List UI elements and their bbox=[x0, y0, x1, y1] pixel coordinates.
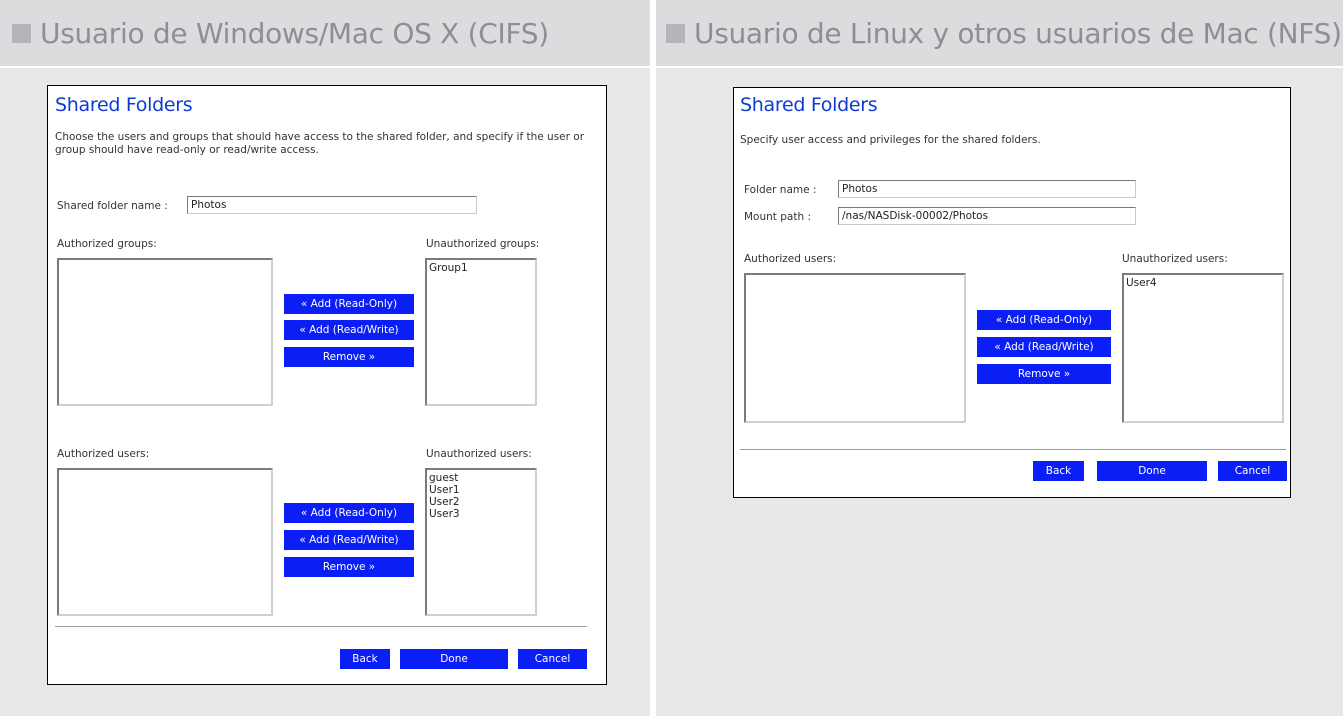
remove-button[interactable]: Remove » bbox=[977, 364, 1111, 384]
mount-path-field[interactable]: /nas/NASDisk-00002/Photos bbox=[838, 207, 1136, 225]
list-item[interactable]: User1 bbox=[429, 484, 533, 496]
unauthorized-users-list[interactable]: guest User1 User2 User3 bbox=[425, 468, 537, 616]
nfs-body: Shared Folders Specify user access and p… bbox=[656, 68, 1343, 716]
panel-title: Shared Folders bbox=[55, 94, 193, 116]
authorized-users-list[interactable] bbox=[744, 273, 966, 423]
square-bullet-icon bbox=[12, 23, 31, 43]
add-read-only-button[interactable]: « Add (Read-Only) bbox=[977, 310, 1111, 330]
list-item[interactable]: User4 bbox=[1126, 277, 1280, 289]
cifs-body: Shared Folders Choose the users and grou… bbox=[0, 68, 650, 716]
nfs-column: Usuario de Linux y otros usuarios de Mac… bbox=[656, 0, 1343, 716]
panel-description: Choose the users and groups that should … bbox=[55, 131, 585, 156]
cifs-header: Usuario de Windows/Mac OS X (CIFS) bbox=[0, 0, 650, 66]
remove-button[interactable]: Remove » bbox=[284, 347, 414, 367]
list-item[interactable]: Group1 bbox=[429, 262, 533, 274]
unauthorized-users-list[interactable]: User4 bbox=[1122, 273, 1284, 423]
mount-path-label: Mount path : bbox=[744, 211, 811, 223]
authorized-groups-label: Authorized groups: bbox=[57, 238, 157, 250]
divider bbox=[55, 626, 587, 627]
list-item[interactable]: User3 bbox=[429, 508, 533, 520]
unauthorized-users-label: Unauthorized users: bbox=[426, 448, 532, 460]
add-read-write-button[interactable]: « Add (Read/Write) bbox=[284, 530, 414, 550]
shared-folders-panel-nfs: Shared Folders Specify user access and p… bbox=[733, 87, 1291, 498]
cancel-button[interactable]: Cancel bbox=[1218, 461, 1287, 481]
remove-button[interactable]: Remove » bbox=[284, 557, 414, 577]
authorized-users-label: Authorized users: bbox=[744, 253, 837, 265]
folder-name-label: Folder name : bbox=[744, 184, 817, 196]
done-button[interactable]: Done bbox=[400, 649, 508, 669]
cifs-column: Usuario de Windows/Mac OS X (CIFS) Share… bbox=[0, 0, 650, 716]
list-item[interactable]: User2 bbox=[429, 496, 533, 508]
authorized-users-list[interactable] bbox=[57, 468, 273, 616]
folder-name-label: Shared folder name : bbox=[57, 200, 168, 212]
panel-description: Specify user access and privileges for t… bbox=[740, 134, 1041, 146]
add-read-write-button[interactable]: « Add (Read/Write) bbox=[284, 320, 414, 340]
add-read-write-button[interactable]: « Add (Read/Write) bbox=[977, 337, 1111, 357]
shared-folders-panel-cifs: Shared Folders Choose the users and grou… bbox=[47, 85, 607, 685]
add-read-only-button[interactable]: « Add (Read-Only) bbox=[284, 503, 414, 523]
unauthorized-groups-list[interactable]: Group1 bbox=[425, 258, 537, 406]
cancel-button[interactable]: Cancel bbox=[518, 649, 587, 669]
authorized-groups-list[interactable] bbox=[57, 258, 273, 406]
authorized-users-label: Authorized users: bbox=[57, 448, 150, 460]
panel-title: Shared Folders bbox=[740, 94, 878, 116]
nfs-header: Usuario de Linux y otros usuarios de Mac… bbox=[656, 0, 1343, 66]
folder-name-field[interactable]: Photos bbox=[187, 196, 477, 214]
cifs-header-title: Usuario de Windows/Mac OS X (CIFS) bbox=[40, 16, 549, 50]
list-item[interactable]: guest bbox=[429, 472, 533, 484]
back-button[interactable]: Back bbox=[1033, 461, 1084, 481]
divider bbox=[740, 449, 1286, 450]
folder-name-field[interactable]: Photos bbox=[838, 180, 1136, 198]
done-button[interactable]: Done bbox=[1097, 461, 1207, 481]
back-button[interactable]: Back bbox=[340, 649, 390, 669]
square-bullet-icon bbox=[666, 23, 685, 43]
add-read-only-button[interactable]: « Add (Read-Only) bbox=[284, 294, 414, 314]
unauthorized-groups-label: Unauthorized groups: bbox=[426, 238, 540, 250]
nfs-header-title: Usuario de Linux y otros usuarios de Mac… bbox=[694, 16, 1342, 50]
unauthorized-users-label: Unauthorized users: bbox=[1122, 253, 1228, 265]
